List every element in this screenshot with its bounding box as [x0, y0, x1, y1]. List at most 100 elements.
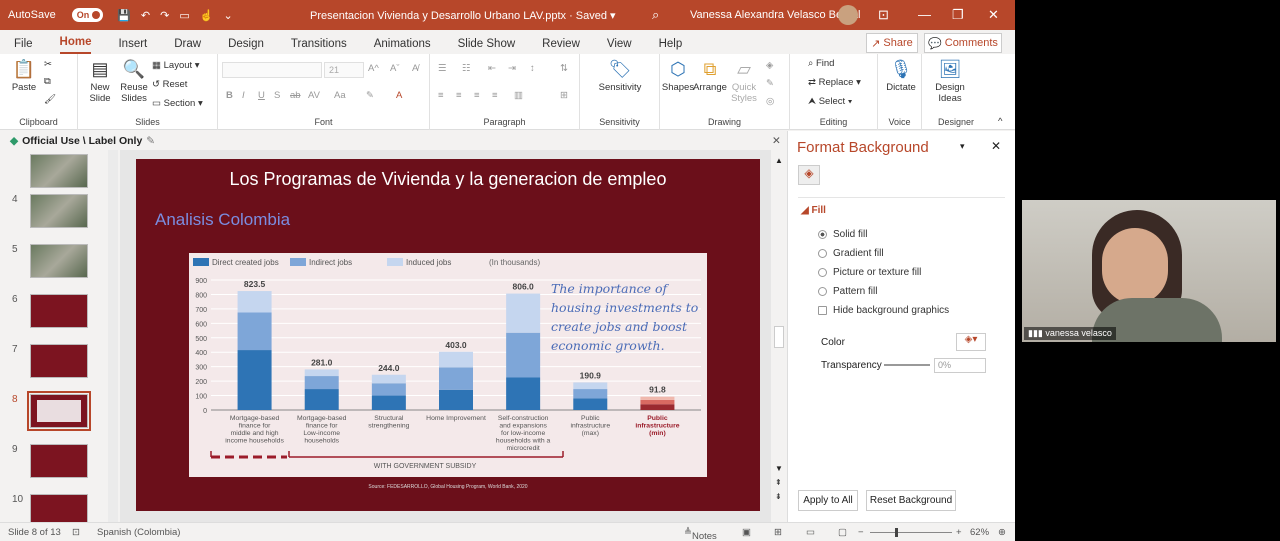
zoom-in-icon[interactable]: + [956, 527, 962, 538]
slide-thumbnail[interactable]: 4 [8, 194, 108, 232]
slide-thumbnail[interactable]: 10 [8, 494, 108, 522]
fit-to-window-icon[interactable]: ⊕ [998, 527, 1006, 538]
design-ideas-button[interactable]: 🖼 Design Ideas [928, 58, 972, 104]
notes-button[interactable]: ≜ Notes [684, 527, 717, 541]
sensitivity-button[interactable]: 🏷 Sensitivity [590, 58, 650, 93]
numbering-icon[interactable]: ☷ [462, 63, 471, 74]
pane-options-icon[interactable]: ▾ [960, 141, 965, 152]
slide-title[interactable]: Los Programas de Vivienda y la generacio… [136, 169, 760, 190]
align-right-icon[interactable]: ≡ [474, 90, 480, 101]
layout-button[interactable]: ▦ Layout ▾ [152, 60, 200, 71]
decrease-font-icon[interactable]: Aˇ [390, 63, 400, 74]
increase-indent-icon[interactable]: ⇥ [508, 63, 516, 74]
tab-review[interactable]: Review [542, 38, 580, 54]
hide-background-checkbox[interactable]: Hide background graphics [818, 305, 949, 316]
chart-image[interactable]: Direct created jobs Indirect jobs Induced … [189, 253, 707, 477]
font-size-field[interactable]: 21 [324, 62, 364, 78]
vertical-scrollbar[interactable]: ▲ ▼ ⇞ ⇟ [771, 150, 787, 522]
cut-icon[interactable]: ✂ [44, 59, 52, 70]
columns-icon[interactable]: ▥ [514, 90, 523, 101]
pattern-fill-radio[interactable]: Pattern fill [818, 286, 877, 297]
dictate-button[interactable]: 🎙 Dictate [882, 58, 920, 93]
increase-font-icon[interactable]: A^ [368, 63, 379, 74]
tab-slide-show[interactable]: Slide Show [458, 38, 516, 54]
thumbnail-scrollbar[interactable] [108, 150, 118, 522]
customize-toolbar-icon[interactable]: ⌄ [223, 9, 232, 22]
zoom-level[interactable]: 62% [970, 527, 989, 538]
zoom-out-icon[interactable]: − [858, 527, 864, 538]
align-text-icon[interactable]: ⊞ [560, 90, 568, 101]
tab-design[interactable]: Design [228, 38, 264, 54]
fill-tab-icon[interactable]: ◈ [798, 165, 820, 185]
ribbon-display-icon[interactable]: ⊡ [878, 7, 889, 23]
replace-button[interactable]: ⇄ Replace ▾ [808, 77, 861, 88]
underline-icon[interactable]: U [258, 90, 265, 101]
zoom-slider[interactable] [870, 532, 952, 533]
slide-thumbnail[interactable] [8, 154, 108, 192]
clear-format-icon[interactable]: A̸ [412, 63, 418, 74]
text-direction-icon[interactable]: ⇅ [560, 63, 568, 74]
sensitivity-label[interactable]: Official Use \ Label Only [22, 135, 142, 147]
justify-icon[interactable]: ≡ [492, 90, 498, 101]
quick-styles-button[interactable]: ▱ Quick Styles [726, 58, 762, 104]
slide-sorter-icon[interactable]: ⊞ [774, 527, 782, 538]
copy-icon[interactable]: ⧉ [44, 76, 51, 87]
tab-insert[interactable]: Insert [118, 38, 147, 54]
close-label-bar-icon[interactable]: ✕ [772, 135, 781, 147]
slide-thumbnail[interactable]: 5 [8, 244, 108, 282]
close-icon[interactable]: ✕ [988, 7, 999, 23]
slide-subtitle[interactable]: Analisis Colombia [155, 210, 290, 230]
comments-button[interactable]: 💬 Comments [924, 33, 1002, 53]
tab-help[interactable]: Help [659, 38, 683, 54]
italic-icon[interactable]: I [242, 90, 245, 101]
reset-button[interactable]: ↺ Reset [152, 79, 187, 90]
tab-draw[interactable]: Draw [174, 38, 201, 54]
restore-icon[interactable]: ❐ [952, 7, 964, 23]
share-button[interactable]: ↗ Share [866, 33, 918, 53]
undo-icon[interactable]: ↶ [141, 9, 150, 22]
present-icon[interactable]: ▭ [179, 9, 189, 22]
touch-mode-icon[interactable]: ☝ [200, 9, 214, 22]
arrange-button[interactable]: ⧉ Arrange [690, 58, 730, 93]
avatar[interactable] [838, 5, 858, 25]
bold-icon[interactable]: B [226, 90, 233, 101]
align-center-icon[interactable]: ≡ [456, 90, 462, 101]
search-icon[interactable]: ⌕ [652, 7, 659, 23]
transparency-input[interactable]: 0% [934, 358, 986, 373]
align-left-icon[interactable]: ≡ [438, 90, 444, 101]
normal-view-icon[interactable]: ▣ [742, 527, 751, 538]
tab-animations[interactable]: Animations [374, 38, 431, 54]
select-button[interactable]: ⮝ Select ▾ [808, 96, 852, 107]
save-icon[interactable]: 💾 [117, 9, 131, 22]
shape-outline-icon[interactable]: ✎ [766, 78, 774, 89]
highlight-icon[interactable]: ✎ [366, 90, 374, 101]
accessibility-icon[interactable]: ⊡ [72, 527, 80, 538]
language-indicator[interactable]: Spanish (Colombia) [97, 527, 180, 538]
minimize-icon[interactable]: — [918, 7, 931, 22]
font-color-icon[interactable]: A [396, 90, 402, 101]
shape-fill-icon[interactable]: ◈ [766, 60, 773, 71]
slide[interactable]: Los Programas de Vivienda y la generacio… [136, 159, 760, 511]
reset-background-button[interactable]: Reset Background [866, 490, 956, 511]
tab-transitions[interactable]: Transitions [291, 38, 347, 54]
solid-fill-radio[interactable]: Solid fill [818, 229, 867, 240]
paste-button[interactable]: 📋 Paste [8, 58, 40, 93]
slideshow-view-icon[interactable]: ▢ [838, 527, 847, 538]
tab-home[interactable]: Home [59, 36, 92, 54]
bullets-icon[interactable]: ☰ [438, 63, 447, 74]
tab-view[interactable]: View [607, 38, 632, 54]
tab-file[interactable]: File [14, 38, 33, 54]
find-button[interactable]: ⌕ Find [808, 58, 834, 69]
new-slide-button[interactable]: ▤ New Slide [82, 58, 118, 104]
autosave-toggle[interactable]: On [71, 8, 104, 22]
slide-thumbnail[interactable]: 9 [8, 444, 108, 482]
change-case-icon[interactable]: Aa [334, 90, 346, 101]
edit-label-icon[interactable]: ✎ [146, 135, 155, 147]
font-name-field[interactable] [222, 62, 322, 78]
shadow-icon[interactable]: S [274, 90, 280, 101]
picture-fill-radio[interactable]: Picture or texture fill [818, 267, 921, 278]
user-name[interactable]: Vanessa Alexandra Velasco Bernal [690, 9, 860, 21]
slide-thumbnail[interactable]: 7 [8, 344, 108, 382]
shape-effects-icon[interactable]: ◎ [766, 96, 774, 107]
slide-thumbnail-selected[interactable]: 8 [8, 391, 108, 432]
